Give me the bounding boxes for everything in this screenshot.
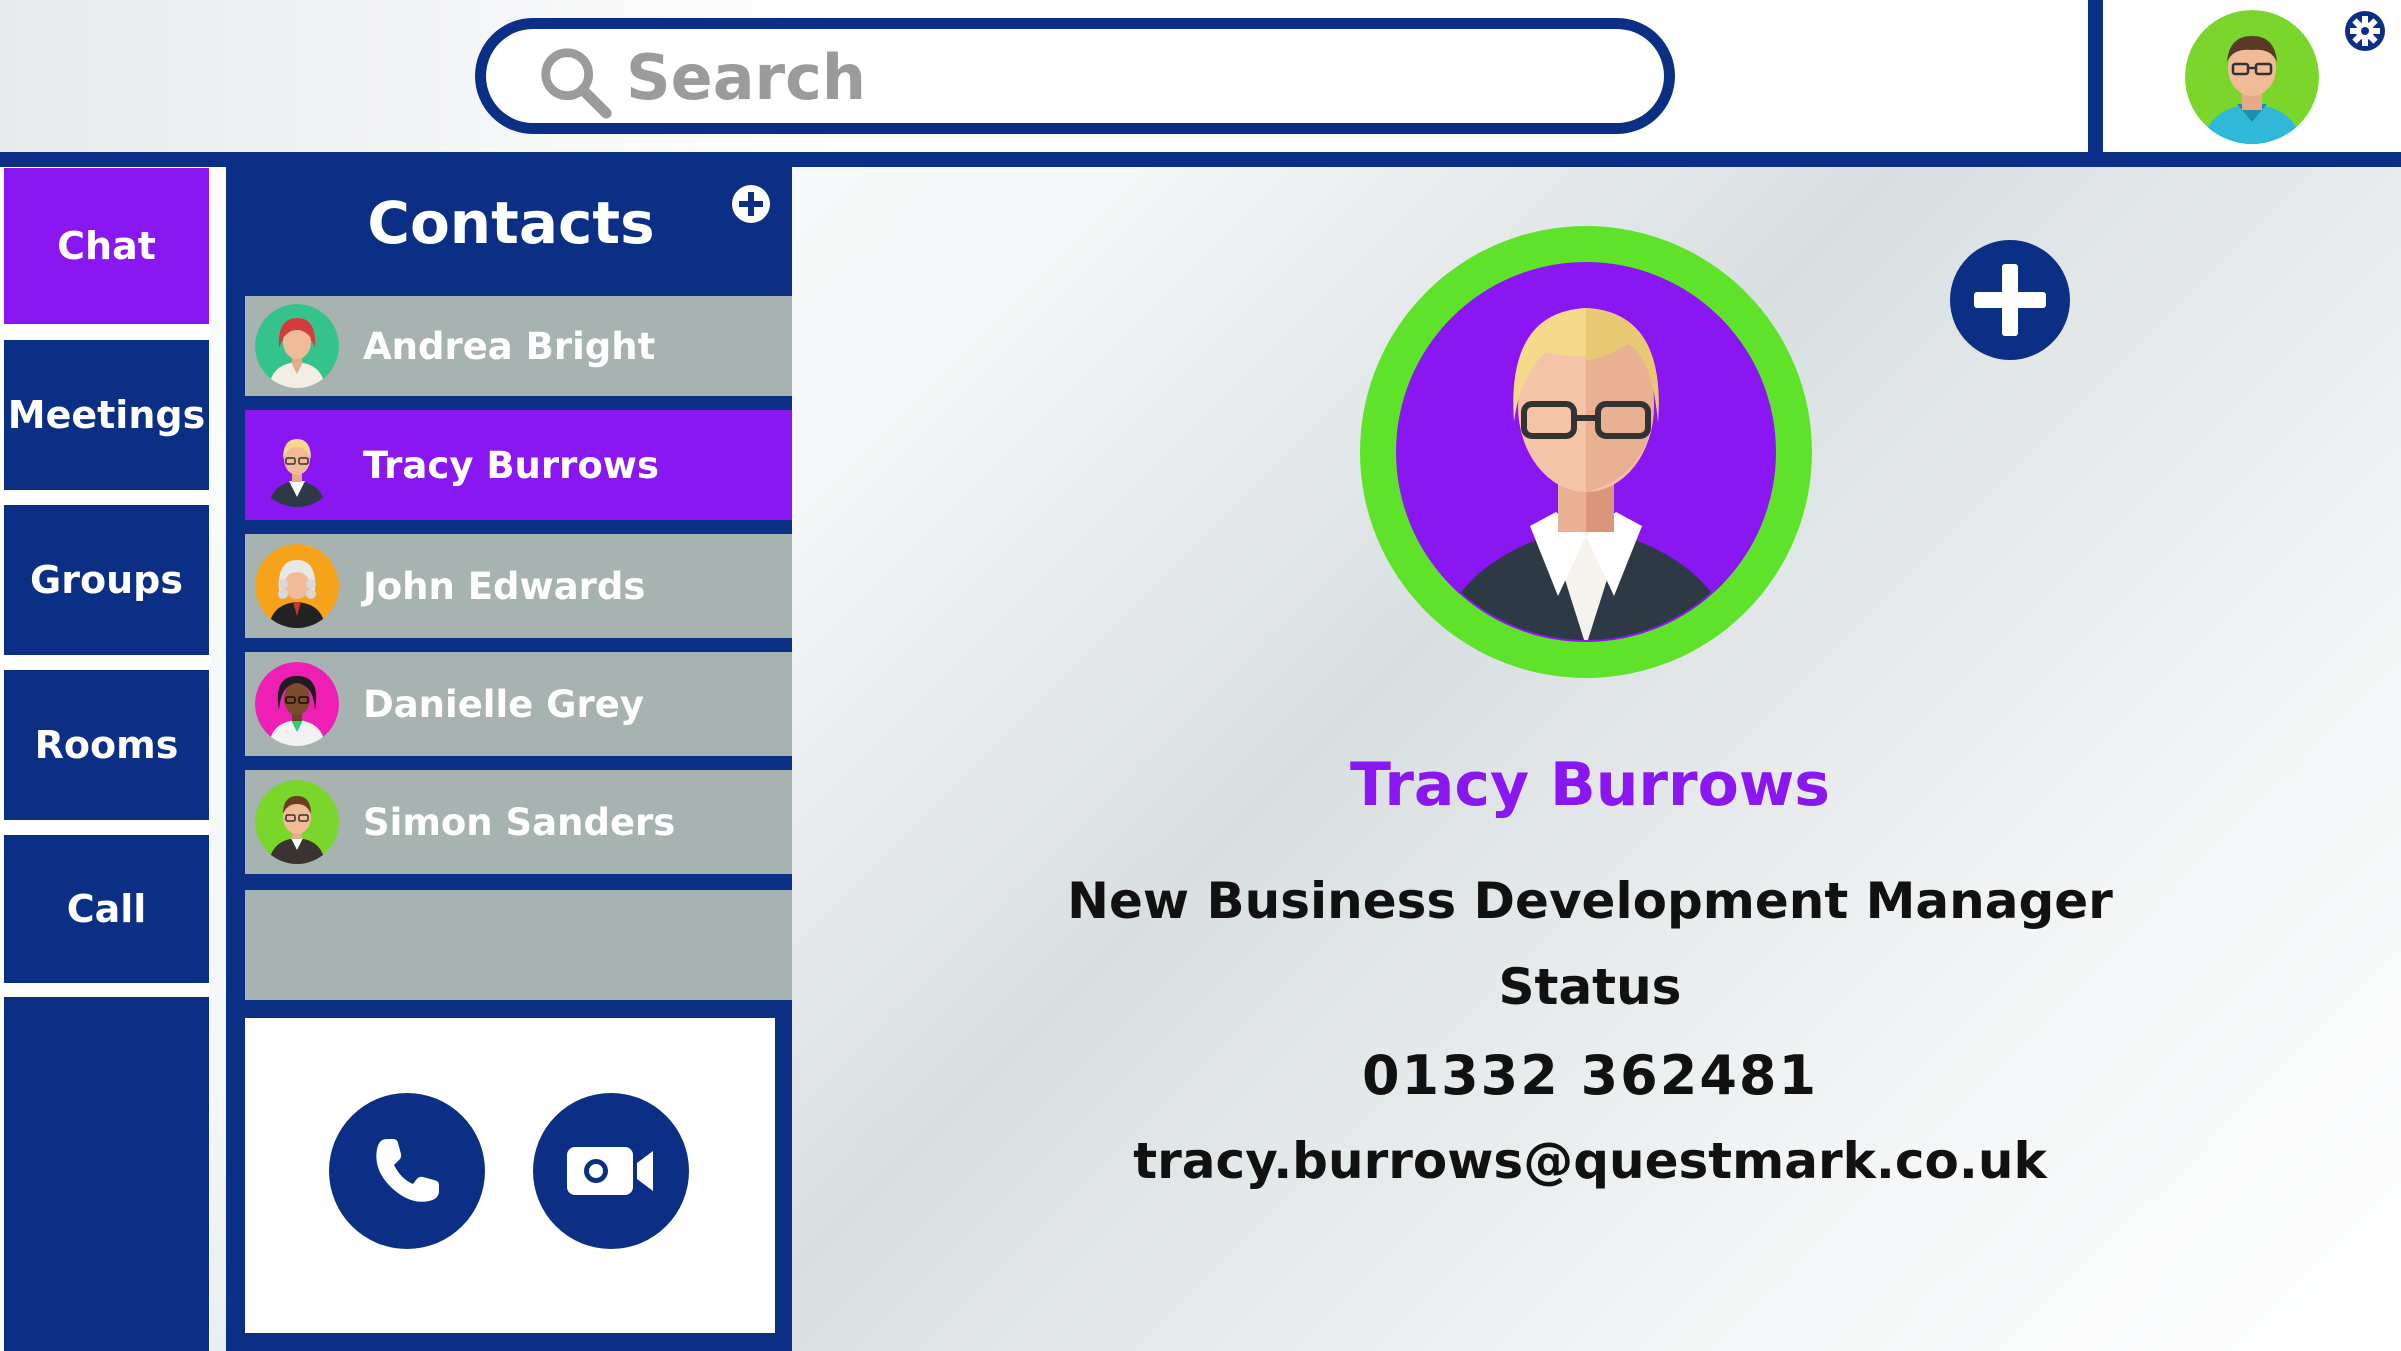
- contact-avatar: [255, 544, 339, 628]
- nav-item-groups[interactable]: Groups: [4, 505, 209, 655]
- settings-gear-icon[interactable]: [2344, 10, 2386, 52]
- contact-avatar: [255, 780, 339, 864]
- nav-label: Groups: [30, 558, 183, 602]
- contact-avatar: [255, 304, 339, 388]
- contacts-title: Contacts: [367, 189, 655, 257]
- profile-phone[interactable]: 01332 362481: [1000, 1044, 2180, 1107]
- video-call-button[interactable]: [533, 1093, 689, 1249]
- call-actions-panel: [245, 1018, 775, 1333]
- profile-name: Tracy Burrows: [1350, 750, 1830, 820]
- contact-avatar: [255, 662, 339, 746]
- profile-job-title: New Business Development Manager: [1067, 872, 2113, 930]
- contact-row[interactable]: John Edwards: [245, 534, 792, 638]
- phone-icon: [376, 1139, 439, 1202]
- nav-item-rooms[interactable]: Rooms: [4, 670, 209, 820]
- search-input[interactable]: [626, 39, 1626, 115]
- profile-status: Status: [1498, 958, 1682, 1016]
- voice-call-button[interactable]: [329, 1093, 485, 1249]
- nav-label: Rooms: [34, 723, 179, 767]
- contact-name: Simon Sanders: [363, 800, 676, 844]
- nav-label: Call: [66, 887, 147, 931]
- profile-picture: [1360, 226, 1812, 678]
- contact-name: Andrea Bright: [363, 324, 656, 368]
- contacts-list-empty-space: [245, 890, 792, 1000]
- nav-item-chat[interactable]: Chat: [4, 168, 209, 324]
- contact-row[interactable]: Simon Sanders: [245, 770, 792, 874]
- profile-email[interactable]: tracy.burrows@questmark.co.uk: [1000, 1132, 2180, 1190]
- top-divider: [0, 152, 2401, 167]
- contact-name: Danielle Grey: [363, 682, 644, 726]
- contact-row[interactable]: Danielle Grey: [245, 652, 792, 756]
- add-contact-plus-icon[interactable]: [730, 183, 772, 225]
- contact-avatar: [255, 423, 339, 507]
- add-plus-icon[interactable]: [1950, 240, 2070, 360]
- header-vertical-divider: [2088, 0, 2103, 152]
- contact-name: Tracy Burrows: [363, 443, 659, 487]
- nav-item-call[interactable]: Call: [4, 835, 209, 983]
- search-icon: [541, 48, 612, 119]
- video-camera-icon: [567, 1147, 653, 1195]
- contact-row[interactable]: Andrea Bright: [245, 296, 792, 396]
- nav-item-meetings[interactable]: Meetings: [4, 340, 209, 490]
- user-avatar[interactable]: [2185, 10, 2319, 144]
- search-bar[interactable]: [475, 18, 1675, 134]
- nav-label: Meetings: [7, 393, 206, 437]
- nav-filler: [4, 997, 209, 1351]
- contact-name: John Edwards: [363, 564, 646, 608]
- contact-row-selected[interactable]: Tracy Burrows: [245, 410, 792, 520]
- nav-divider: [226, 167, 241, 1351]
- nav-label: Chat: [57, 224, 156, 268]
